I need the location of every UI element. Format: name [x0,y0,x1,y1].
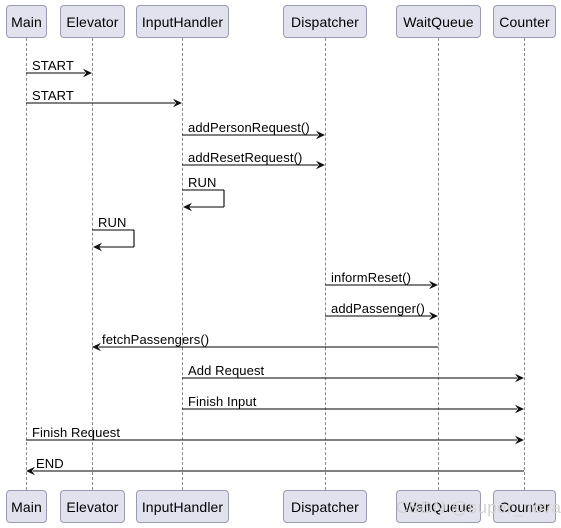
lifeline-waitqueue [438,38,439,490]
message-label-11: Finish Input [188,394,257,409]
message-label-1: START [32,58,74,73]
participant-header-waitqueue[interactable]: WaitQueue [396,5,481,38]
participant-footer-dispatcher[interactable]: Dispatcher [283,490,367,523]
participant-footer-main[interactable]: Main [6,490,47,523]
message-5 [182,189,225,212]
participant-footer-inputhandler[interactable]: InputHandler [136,490,229,523]
participant-header-elevator[interactable]: Elevator [60,5,125,38]
participant-header-main[interactable]: Main [6,5,47,38]
participant-header-inputhandler[interactable]: InputHandler [136,5,229,38]
lifeline-main [26,38,27,490]
lifeline-elevator [92,38,93,490]
sequence-diagram: Main Elevator InputHandler Dispatcher WaitQu… [0,0,561,528]
message-label-4: addResetRequest() [188,150,303,165]
csdn-watermark: CSDN @super_nova_ [396,498,561,517]
message-label-12: Finish Request [32,425,121,440]
message-label-5: RUN [188,175,217,190]
lifeline-counter [524,38,525,490]
message-label-13: END [36,456,64,471]
message-13 [26,466,524,476]
participant-header-dispatcher[interactable]: Dispatcher [283,5,367,38]
message-label-2: START [32,88,74,103]
message-label-9: fetchPassengers() [102,332,210,347]
participant-footer-elevator[interactable]: Elevator [60,490,125,523]
message-label-7: informReset() [331,270,412,285]
message-label-6: RUN [98,215,127,230]
message-label-3: addPersonRequest() [188,120,310,135]
participant-header-counter[interactable]: Counter [493,5,556,38]
lifeline-inputhandler [182,38,183,490]
message-label-8: addPassenger() [331,301,425,316]
message-arrow-layer [26,68,524,476]
message-label-10: Add Request [188,363,265,378]
lifeline-dispatcher [325,38,326,490]
message-6 [92,229,135,252]
